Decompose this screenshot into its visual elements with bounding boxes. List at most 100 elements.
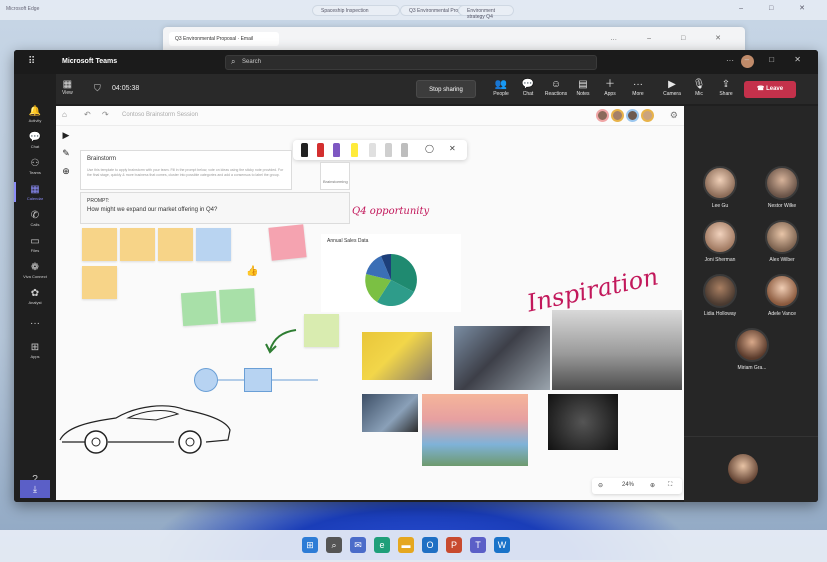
- close-icon[interactable]: ✕: [449, 144, 456, 153]
- people-button[interactable]: 👥 People: [486, 79, 516, 97]
- rail-item-chat[interactable]: 💬 Chat: [14, 132, 56, 149]
- participant-tile[interactable]: Joni Sherman: [690, 220, 750, 263]
- home-icon[interactable]: ⌂: [62, 110, 67, 119]
- participant-tile[interactable]: Miriam Gra...: [722, 328, 782, 371]
- sticky-note[interactable]: [82, 228, 117, 261]
- sticky-note[interactable]: [196, 228, 231, 261]
- eraser-icon[interactable]: [369, 143, 376, 157]
- photo-gear-shift[interactable]: [362, 394, 418, 432]
- stop-sharing-button[interactable]: Stop sharing: [416, 80, 476, 98]
- search-input[interactable]: ⌕ Search: [225, 55, 597, 70]
- lasso-icon[interactable]: [401, 143, 408, 157]
- undo-icon[interactable]: ↶: [84, 110, 91, 119]
- settings-icon[interactable]: ⚙: [670, 110, 678, 121]
- share-button[interactable]: ⇪ Share: [711, 79, 741, 97]
- participant-tile[interactable]: Lee Gu: [690, 166, 750, 209]
- outlook-tab[interactable]: Q3 Environmental Proposal · Email: [169, 32, 279, 46]
- zoom-out-icon[interactable]: ⊖: [598, 482, 603, 489]
- redo-icon[interactable]: ↷: [102, 110, 109, 119]
- purple-pen-icon[interactable]: [333, 143, 340, 157]
- rail-more[interactable]: ···: [14, 318, 56, 330]
- start-icon[interactable]: ⊞: [302, 537, 318, 553]
- app-launcher-icon[interactable]: ⠿: [28, 57, 38, 67]
- pen-tool-icon[interactable]: ✎: [58, 148, 74, 166]
- red-pen-icon[interactable]: [317, 143, 324, 157]
- rail-item-files[interactable]: ▭ Files: [14, 236, 56, 253]
- notes-button[interactable]: ▤ Notes: [568, 79, 598, 97]
- whiteboard-canvas[interactable]: ⌂ ↶ ↷ Contoso Brainstorm Session ⚙ ▶ ✎ ⊕: [56, 106, 684, 500]
- fit-screen-icon[interactable]: ⛶: [668, 482, 672, 489]
- leave-button[interactable]: ☎ Leave: [744, 81, 796, 98]
- self-view-avatar[interactable]: [728, 454, 758, 484]
- teams-chat-icon[interactable]: ✉: [350, 537, 366, 553]
- whiteboard-icon[interactable]: W: [494, 537, 510, 553]
- rail-item-viva[interactable]: ❁ Viva Connect: [14, 262, 56, 279]
- photo-motorbike[interactable]: [454, 326, 550, 390]
- search-icon: ⌕: [231, 57, 236, 66]
- participant-tile[interactable]: Adele Vance: [752, 274, 812, 317]
- photo-heart-balloon[interactable]: [422, 394, 528, 466]
- annual-sales-chart[interactable]: Annual Sales Data: [321, 234, 461, 312]
- rail-item-apps[interactable]: ⊞ Apps: [14, 342, 56, 359]
- browser-tab-right[interactable]: Environment strategy Q4: [458, 5, 514, 20]
- sticky-note[interactable]: [219, 288, 256, 323]
- rail-item-teams[interactable]: ⚇ Teams: [14, 158, 56, 175]
- collaborator-avatar[interactable]: [626, 109, 639, 122]
- whiteboard-header: ⌂ ↶ ↷ Contoso Brainstorm Session ⚙: [56, 106, 684, 126]
- calendar-icon: ▦: [30, 184, 40, 195]
- rail-item-calls[interactable]: ✆ Calls: [14, 210, 56, 227]
- search-icon[interactable]: ⌕: [326, 537, 342, 553]
- select-tool-icon[interactable]: ▶: [58, 130, 74, 148]
- sticky-note[interactable]: [180, 290, 219, 327]
- sticky-note[interactable]: [268, 224, 307, 261]
- sticky-note[interactable]: [304, 314, 339, 347]
- edge-icon[interactable]: e: [374, 537, 390, 553]
- file-explorer-icon[interactable]: ▬: [398, 537, 414, 553]
- rail-item-analyst[interactable]: ✿ Analyst: [14, 288, 56, 305]
- reactions-button[interactable]: ☺ Reactions: [541, 79, 571, 97]
- apps-button[interactable]: ＋ Apps: [595, 79, 625, 97]
- participant-name: Joni Sherman: [704, 257, 736, 263]
- photo-speedometer[interactable]: [548, 394, 618, 450]
- comment-icon[interactable]: ◯: [425, 144, 434, 153]
- teams-icon[interactable]: T: [470, 537, 486, 553]
- browser-tab-left[interactable]: Spaceship Inspection: [312, 5, 400, 16]
- sticky-note[interactable]: [120, 228, 155, 261]
- zoom-in-icon[interactable]: ⊕: [650, 482, 655, 489]
- collaborator-avatar[interactable]: [611, 109, 624, 122]
- brainstorm-side-note[interactable]: Brainstorming: [320, 162, 350, 190]
- photo-vintage-car[interactable]: [552, 310, 682, 390]
- highlighter-icon[interactable]: [351, 143, 358, 157]
- camera-label: Camera: [663, 91, 681, 97]
- whiteboard-tools: ▶ ✎ ⊕: [58, 130, 74, 190]
- participant-tile[interactable]: Alex Wilber: [752, 220, 812, 263]
- teams-window-controls[interactable]: – □ ✕: [745, 55, 810, 64]
- camera-button[interactable]: ▶ Camera: [657, 79, 687, 97]
- add-tool-icon[interactable]: ⊕: [58, 166, 74, 184]
- rail-item-activity[interactable]: 🔔 Activity: [14, 106, 56, 123]
- rail-item-calendar[interactable]: ▦ Calendar: [14, 184, 56, 201]
- collaborator-avatar[interactable]: [641, 109, 654, 122]
- brainstorm-card[interactable]: Brainstorm Use this template to apply br…: [80, 150, 292, 190]
- download-button[interactable]: ⤓: [20, 480, 50, 498]
- outlook-window-controls[interactable]: … – □ ✕: [610, 34, 735, 42]
- black-pen-icon[interactable]: [301, 143, 308, 157]
- files-icon: ▭: [30, 236, 40, 247]
- collaborator-avatar[interactable]: [596, 109, 609, 122]
- more-options-icon[interactable]: ···: [726, 56, 734, 65]
- view-button[interactable]: ▦ View: [62, 79, 73, 96]
- prompt-card[interactable]: PROMPT: How might we expand our market o…: [80, 192, 350, 224]
- chat-button[interactable]: 💬 Chat: [513, 79, 543, 97]
- browser-window-controls[interactable]: – □ ✕: [739, 4, 817, 12]
- photo-yellow-car[interactable]: [362, 332, 432, 380]
- sticky-note[interactable]: [82, 266, 117, 299]
- mic-button[interactable]: 🎙 Mic: [684, 79, 714, 97]
- ruler-icon[interactable]: [385, 143, 392, 157]
- outlook-icon[interactable]: O: [422, 537, 438, 553]
- powerpoint-icon[interactable]: P: [446, 537, 462, 553]
- more-button[interactable]: ··· More: [623, 79, 653, 97]
- sticky-note[interactable]: [158, 228, 193, 261]
- participant-tile[interactable]: Nestor Wilke: [752, 166, 812, 209]
- view-label: View: [62, 90, 73, 96]
- participant-tile[interactable]: Lidia Holloway: [690, 274, 750, 317]
